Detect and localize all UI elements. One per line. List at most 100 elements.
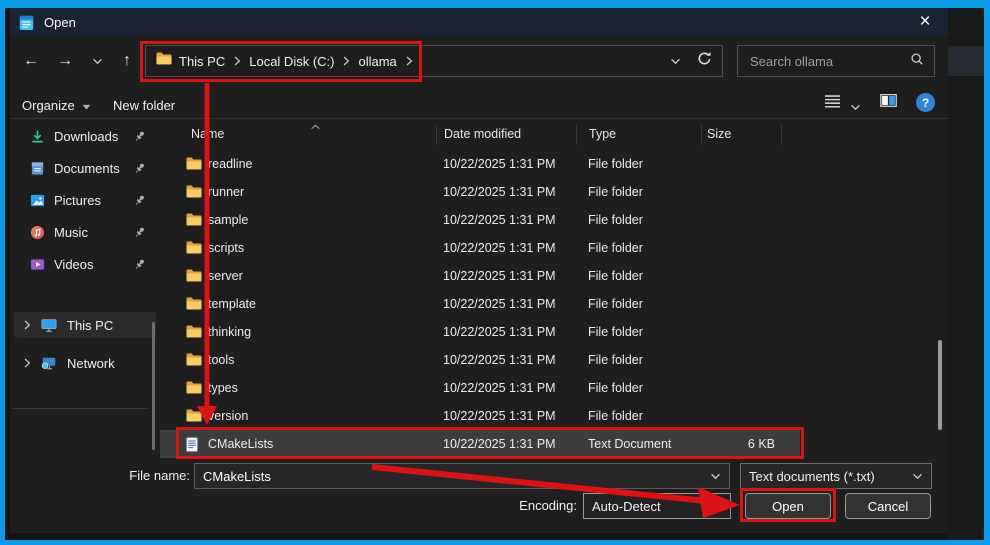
file-name-input[interactable]: [195, 468, 710, 485]
sidebar-item-downloads[interactable]: Downloads: [14, 123, 156, 149]
file-date: 10/22/2025 1:31 PM: [443, 185, 556, 199]
sidebar-scrollbar[interactable]: [152, 322, 155, 450]
refresh-icon[interactable]: [697, 51, 712, 71]
file-type: File folder: [588, 353, 643, 367]
sidebar-item-label: Documents: [54, 161, 120, 176]
chevron-right-icon[interactable]: [342, 55, 350, 67]
help-button[interactable]: ?: [916, 93, 935, 112]
breadcrumb-item[interactable]: ollama: [358, 54, 396, 69]
recent-locations-chevron-icon[interactable]: [84, 52, 110, 70]
list-scrollbar[interactable]: [938, 340, 942, 430]
screenshot-canvas: Open × ← → ↑ This PC Local Disk (C:) ollam…: [0, 0, 990, 545]
pin-icon: [133, 258, 146, 271]
file-name: tools: [208, 353, 234, 367]
table-row[interactable]: runner10/22/2025 1:31 PMFile folder: [160, 178, 800, 206]
file-name: CMakeLists: [208, 437, 273, 451]
table-row[interactable]: readline10/22/2025 1:31 PMFile folder: [160, 150, 800, 178]
sidebar-item-this-pc[interactable]: This PC: [14, 312, 156, 338]
window-title: Open: [44, 15, 76, 30]
sidebar-item-pictures[interactable]: Pictures: [14, 187, 156, 213]
encoding-label: Encoding:: [457, 498, 577, 513]
chevron-down-icon: [82, 98, 91, 113]
sidebar-item-network[interactable]: Network: [14, 350, 156, 376]
preview-pane-icon[interactable]: [880, 94, 897, 112]
background-app-band: [948, 46, 985, 76]
search-input[interactable]: [748, 53, 910, 70]
table-row[interactable]: server10/22/2025 1:31 PMFile folder: [160, 262, 800, 290]
chevron-right-icon[interactable]: [233, 55, 241, 67]
table-row[interactable]: tools 10/22/2025 1:31 PM File folder: [160, 346, 800, 374]
table-row[interactable]: scripts10/22/2025 1:31 PMFile folder: [160, 234, 800, 262]
folder-icon: [186, 213, 202, 226]
folder-icon: [156, 52, 172, 70]
search-icon: [910, 52, 924, 71]
file-name: types: [208, 381, 238, 395]
sidebar-item-music[interactable]: Music: [14, 219, 156, 245]
table-row[interactable]: template 10/22/2025 1:31 PM File folder: [160, 290, 800, 318]
table-row[interactable]: CMakeLists10/22/2025 1:31 PMText Documen…: [160, 430, 800, 458]
file-type: File folder: [588, 157, 643, 171]
open-button[interactable]: Open: [745, 493, 831, 519]
file-date: 10/22/2025 1:31 PM: [443, 157, 556, 171]
folder-icon: [186, 185, 202, 198]
sidebar-item-videos[interactable]: Videos: [14, 251, 156, 277]
column-header-row: Name Date modified Type Size: [160, 122, 940, 148]
chevron-right-icon[interactable]: [23, 357, 31, 369]
file-name: version: [208, 409, 248, 423]
close-button[interactable]: ×: [906, 8, 944, 36]
breadcrumb-item[interactable]: This PC: [179, 54, 225, 69]
folder-icon: [186, 381, 202, 394]
organize-menu-button[interactable]: Organize: [22, 95, 91, 115]
up-button[interactable]: ↑: [114, 52, 140, 70]
file-date: 10/22/2025 1:31 PM: [443, 297, 556, 311]
thispc-icon: [41, 318, 57, 333]
file-date: 10/22/2025 1:31 PM: [443, 353, 556, 367]
videos-icon: [30, 257, 45, 272]
file-date: 10/22/2025 1:31 PM: [443, 241, 556, 255]
file-type-dropdown[interactable]: Text documents (*.txt): [740, 463, 932, 489]
commandbar-divider: [10, 118, 948, 119]
sidebar-item-label: Downloads: [54, 129, 118, 144]
documents-icon: [30, 161, 45, 176]
file-type: File folder: [588, 297, 643, 311]
column-header-date[interactable]: Date modified: [444, 127, 521, 141]
address-dropdown-chevron-icon[interactable]: [670, 52, 681, 70]
forward-button[interactable]: →: [52, 52, 78, 70]
file-name: scripts: [208, 241, 244, 255]
file-type: File folder: [588, 325, 643, 339]
pictures-icon: [30, 193, 45, 208]
new-folder-button[interactable]: New folder: [113, 95, 175, 115]
column-header-name[interactable]: Name: [191, 127, 224, 141]
encoding-dropdown[interactable]: Auto-Detect: [583, 493, 731, 519]
notepad-icon: [19, 14, 34, 31]
sort-ascending-icon: [310, 119, 321, 133]
file-name-label: File name:: [70, 468, 190, 483]
cancel-button[interactable]: Cancel: [845, 493, 931, 519]
file-date: 10/22/2025 1:31 PM: [443, 213, 556, 227]
file-name: template: [208, 297, 256, 311]
table-row[interactable]: thinking10/22/2025 1:31 PMFile folder: [160, 318, 800, 346]
table-row[interactable]: sample10/22/2025 1:31 PMFile folder: [160, 206, 800, 234]
view-mode-chevron-icon[interactable]: [850, 98, 861, 116]
view-mode-icon[interactable]: [824, 94, 841, 114]
chevron-right-icon[interactable]: [23, 319, 31, 331]
back-button[interactable]: ←: [18, 52, 44, 70]
chevron-right-icon[interactable]: [405, 55, 413, 67]
file-name: server: [208, 269, 243, 283]
chevron-down-icon[interactable]: [710, 467, 721, 485]
folder-icon: [186, 241, 202, 254]
sidebar-item-documents[interactable]: Documents: [14, 155, 156, 181]
chevron-down-icon: [912, 467, 923, 485]
table-row[interactable]: version10/22/2025 1:31 PMFile folder: [160, 402, 800, 430]
music-icon: [30, 225, 45, 240]
breadcrumb-item[interactable]: Local Disk (C:): [249, 54, 334, 69]
file-type-value: Text documents (*.txt): [741, 469, 912, 484]
column-header-type[interactable]: Type: [589, 127, 616, 141]
file-name: thinking: [208, 325, 251, 339]
address-bar[interactable]: This PC Local Disk (C:) ollama: [145, 45, 723, 77]
column-header-size[interactable]: Size: [707, 127, 731, 141]
file-list: readline10/22/2025 1:31 PMFile folderrun…: [160, 150, 800, 458]
table-row[interactable]: types10/22/2025 1:31 PMFile folder: [160, 374, 800, 402]
file-name: sample: [208, 213, 248, 227]
pin-icon: [133, 162, 146, 175]
